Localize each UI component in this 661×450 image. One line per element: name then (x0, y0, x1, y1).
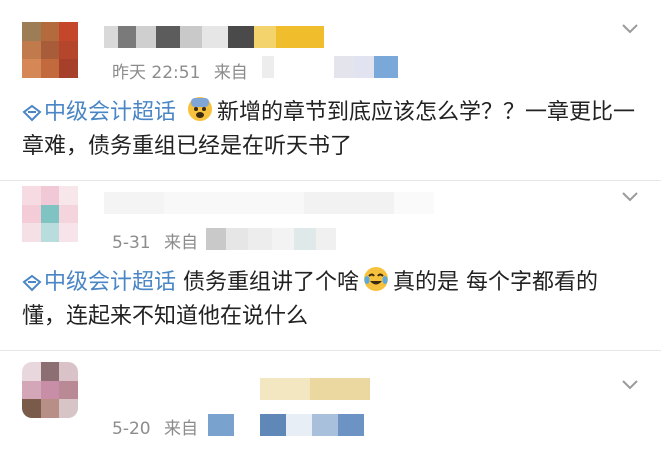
topic-link[interactable]: 中级会计超话 (22, 100, 183, 125)
comment-3: 5-20 来自 (0, 350, 661, 450)
chevron-down-icon[interactable] (621, 20, 639, 38)
source-device-redacted[interactable] (208, 414, 364, 436)
source-label: 来自 (213, 63, 248, 83)
comment-text: 中级会计超话 新增的章节到底应该怎么学？？一章更比一章难，债务重组已经是在听天书… (22, 96, 641, 164)
timestamp: 昨天 22:51 (112, 63, 201, 83)
topic-link[interactable]: 中级会计超话 (22, 270, 183, 295)
avatar[interactable] (22, 22, 78, 78)
topic-label: 中级会计超话 (44, 100, 177, 125)
source-label: 来自 (164, 233, 198, 253)
username-redacted[interactable] (104, 26, 324, 48)
comment-text: 中级会计超话 债务重组讲了个啥 真的是 每个字都看的懂，连起来不知道他在说什么 (22, 266, 641, 334)
chevron-down-icon[interactable] (621, 376, 639, 394)
comment-body-part1: 债务重组讲了个啥 (183, 270, 360, 295)
post-meta: 昨天 22:51 来自 (112, 58, 248, 83)
source-device-redacted[interactable] (206, 228, 336, 250)
topic-label: 中级会计超话 (44, 270, 177, 295)
fearful-face-icon (188, 97, 213, 121)
avatar[interactable] (22, 186, 78, 242)
crying-laughing-face-icon (364, 267, 389, 291)
diamond-icon (22, 104, 42, 122)
comment-1: 昨天 22:51 来自 中级会计超话 新增的章节到底应该怎么学？？一章更比一章难… (0, 0, 661, 180)
source-device-redacted[interactable] (262, 56, 398, 78)
comment-2: 5-31 来自 中级会计超话 债务重组讲了个啥 真的是 每个字都看的懂，连起来不… (0, 180, 661, 350)
timestamp: 5-20 (112, 419, 151, 439)
timestamp: 5-31 (112, 233, 151, 253)
chevron-down-icon[interactable] (621, 188, 639, 206)
avatar[interactable] (22, 362, 78, 418)
source-label: 来自 (164, 419, 198, 439)
username-redacted[interactable] (104, 192, 434, 214)
diamond-icon (22, 274, 42, 292)
post-meta: 5-31 来自 (112, 228, 198, 253)
username-redacted[interactable] (260, 378, 370, 400)
post-meta: 5-20 来自 (112, 414, 198, 439)
